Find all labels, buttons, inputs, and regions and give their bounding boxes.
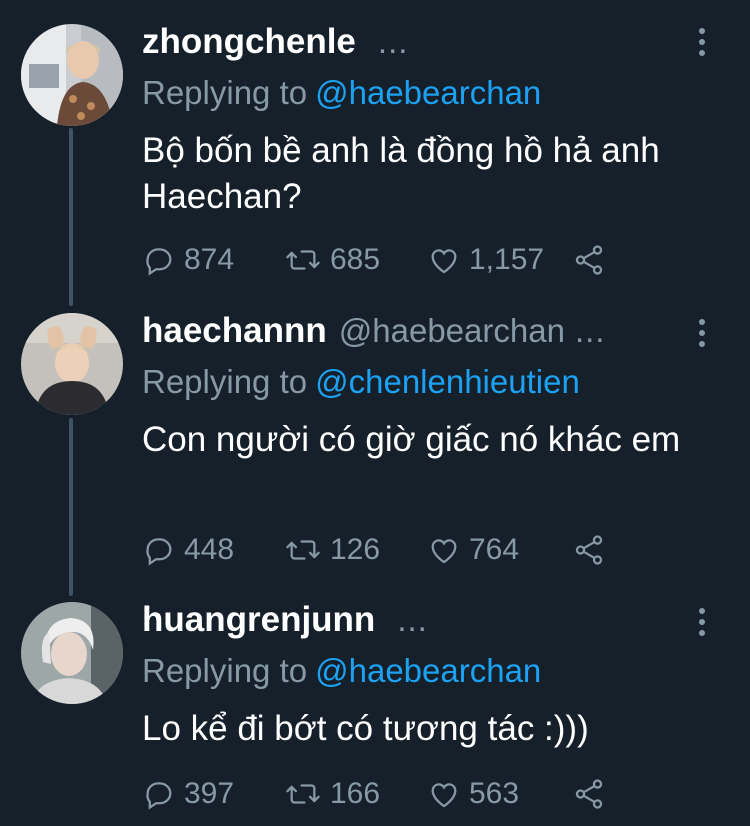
more-options-icon[interactable]: [692, 602, 712, 642]
like-icon: [431, 783, 457, 808]
tweet[interactable]: huangrenjunn ... Replying to @haebearchan…: [0, 0, 750, 826]
retweet-count: 166: [330, 777, 381, 810]
reply-button[interactable]: 397: [142, 777, 284, 811]
share-icon: [575, 779, 603, 809]
display-name[interactable]: huangrenjunn: [142, 600, 375, 640]
share-button[interactable]: [572, 777, 614, 811]
retweet-button[interactable]: 166: [284, 777, 427, 811]
like-count: 563: [469, 777, 520, 810]
avatar[interactable]: [21, 602, 123, 704]
reply-icon: [146, 782, 172, 810]
replying-to-label: Replying to: [142, 652, 308, 689]
tweet-actions: 397 166 563: [142, 774, 614, 814]
replying-to-link[interactable]: @haebearchan: [315, 652, 541, 689]
tweet-text: Lo kể đi bớt có tương tác :))): [142, 709, 589, 748]
ellipsis: ...: [397, 601, 428, 638]
retweet-icon: [286, 784, 320, 804]
reply-count: 397: [184, 777, 235, 810]
replying-to: Replying to @haebearchan: [142, 652, 720, 690]
like-button[interactable]: 563: [427, 777, 572, 811]
